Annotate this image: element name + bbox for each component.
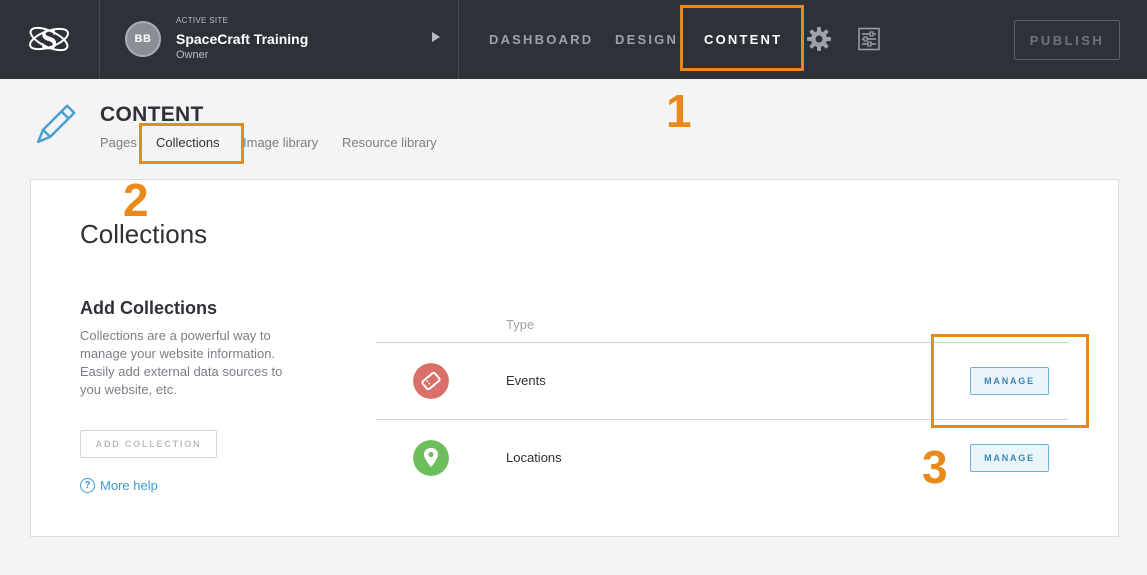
annotation-box-content (680, 5, 804, 71)
site-name[interactable]: SpaceCraft Training (176, 31, 308, 47)
ticket-icon (413, 363, 449, 399)
help-icon: ? (80, 478, 95, 493)
manage-locations-button[interactable]: MANAGE (970, 444, 1049, 472)
map-pin-icon (413, 440, 449, 476)
avatar-initials: BB (134, 33, 152, 45)
topbar-divider (99, 0, 100, 79)
publish-button[interactable]: PUBLISH (1014, 20, 1120, 60)
tab-image-library[interactable]: Image library (243, 135, 318, 150)
nav-design[interactable]: DESIGN (615, 32, 678, 47)
add-collections-description: Collections are a powerful way to manage… (80, 328, 283, 397)
topbar-divider (458, 0, 459, 79)
pencil-icon (36, 104, 76, 144)
annotation-number-2: 2 (123, 174, 149, 226)
gear-icon[interactable] (806, 26, 832, 52)
site-switcher-arrow-icon[interactable] (432, 32, 440, 42)
more-help-label: More help (100, 478, 158, 493)
more-help-link[interactable]: ? More help (80, 478, 158, 493)
annotation-box-collections (139, 123, 244, 164)
annotation-box-manage (931, 334, 1089, 428)
tab-pages[interactable]: Pages (100, 135, 137, 150)
top-navigation-bar: S BB ACTIVE SITE SpaceCraft Training Own… (0, 0, 1147, 79)
column-header-type: Type (506, 317, 535, 332)
nav-dashboard[interactable]: DASHBOARD (489, 32, 593, 47)
avatar[interactable]: BB (125, 21, 161, 57)
add-collections-heading: Add Collections (80, 298, 218, 318)
annotation-number-1: 1 (666, 85, 692, 137)
annotation-number-3: 3 (922, 441, 948, 493)
spacecraft-logo-icon[interactable]: S (26, 19, 72, 59)
sliders-icon[interactable] (857, 27, 881, 51)
site-role: Owner (176, 49, 209, 61)
active-site-kicker: ACTIVE SITE (176, 16, 229, 25)
add-collection-button[interactable]: ADD COLLECTION (80, 430, 217, 458)
tab-resource-library[interactable]: Resource library (342, 135, 437, 150)
collection-name-events: Events (506, 373, 546, 388)
svg-text:S: S (41, 23, 58, 56)
collection-name-locations: Locations (506, 450, 562, 465)
